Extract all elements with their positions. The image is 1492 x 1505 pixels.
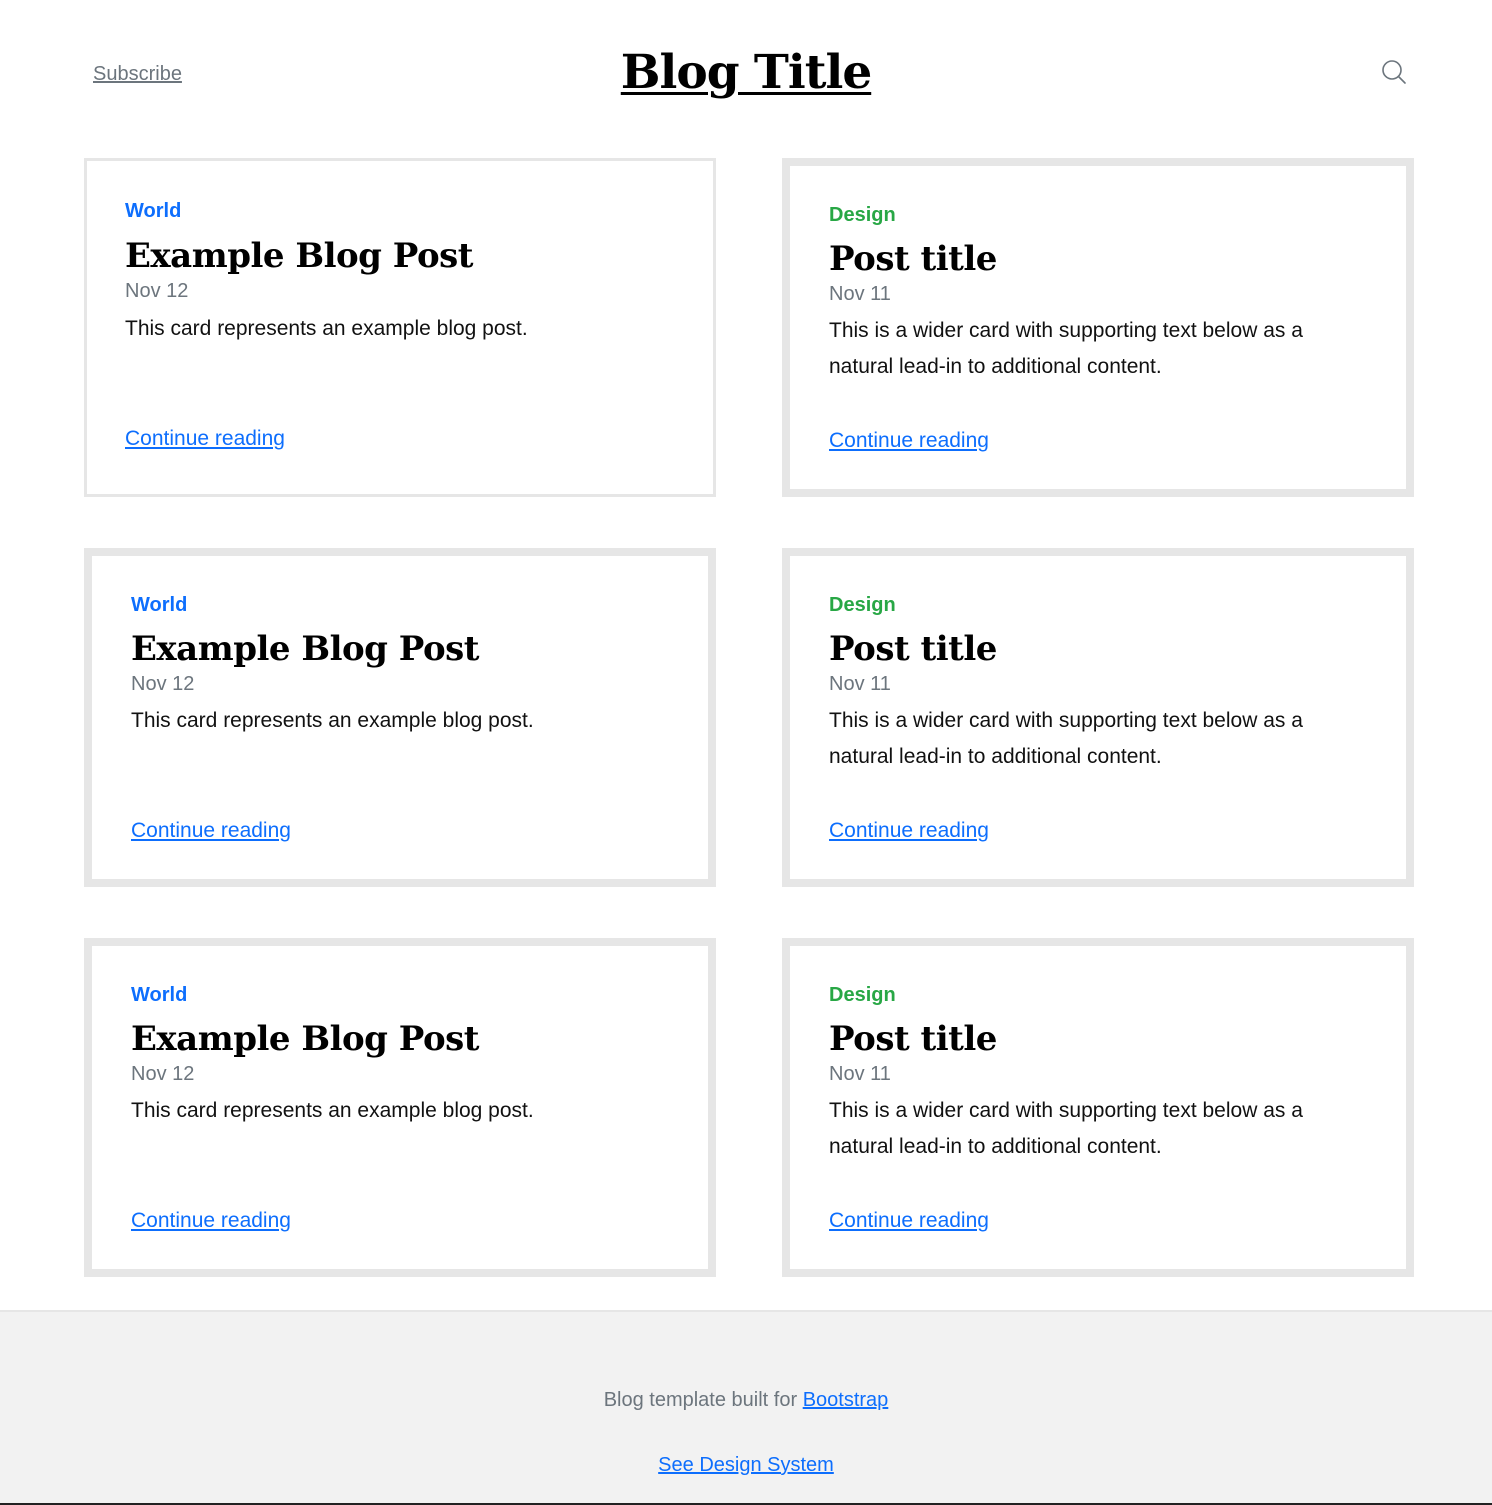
design-system-link[interactable]: See Design System <box>658 1454 834 1476</box>
continue-reading-link[interactable]: Continue reading <box>829 1209 989 1233</box>
post-card: Design Post title Nov 11 This is a wider… <box>782 938 1414 1277</box>
post-category[interactable]: World <box>131 983 187 1007</box>
post-date: Nov 12 <box>125 280 189 302</box>
post-excerpt: This card represents an example blog pos… <box>131 1099 534 1122</box>
site-header: Subscribe Blog Title <box>0 0 1492 150</box>
post-category[interactable]: World <box>131 593 187 617</box>
post-card: World Example Blog Post Nov 12 This card… <box>84 158 716 497</box>
continue-reading-link[interactable]: Continue reading <box>829 819 989 843</box>
post-category[interactable]: World <box>125 199 181 223</box>
footer-credit-text: Blog template built for <box>603 1389 798 1411</box>
post-date: Nov 12 <box>131 673 195 695</box>
site-footer: Blog template built for Bootstrap See De… <box>0 1310 1492 1505</box>
post-excerpt: This is a wider card with supporting tex… <box>829 319 1303 378</box>
post-date: Nov 11 <box>829 1063 891 1085</box>
post-excerpt: This is a wider card with supporting tex… <box>829 1099 1303 1158</box>
page: Subscribe Blog Title World Example Blog … <box>0 0 1492 1505</box>
post-excerpt: This is a wider card with supporting tex… <box>829 709 1303 768</box>
post-title: Post title <box>829 1019 997 1059</box>
post-card: World Example Blog Post Nov 12 This card… <box>84 938 716 1277</box>
post-card: Design Post title Nov 11 This is a wider… <box>782 548 1414 887</box>
post-excerpt: This card represents an example blog pos… <box>131 709 534 732</box>
post-date: Nov 11 <box>829 673 891 695</box>
post-category[interactable]: Design <box>829 983 896 1007</box>
bootstrap-link[interactable]: Bootstrap <box>803 1389 889 1411</box>
post-date: Nov 11 <box>829 283 891 305</box>
post-excerpt: This card represents an example blog pos… <box>125 317 528 340</box>
continue-reading-link[interactable]: Continue reading <box>125 427 285 451</box>
search-icon[interactable] <box>1380 58 1408 86</box>
post-title: Example Blog Post <box>131 629 479 669</box>
post-card: Design Post title Nov 11 This is a wider… <box>782 158 1414 497</box>
post-title: Example Blog Post <box>131 1019 479 1059</box>
continue-reading-link[interactable]: Continue reading <box>131 1209 291 1233</box>
post-card: World Example Blog Post Nov 12 This card… <box>84 548 716 887</box>
post-title: Post title <box>829 629 997 669</box>
blog-title[interactable]: Blog Title <box>0 40 1492 106</box>
continue-reading-link[interactable]: Continue reading <box>829 429 989 453</box>
post-category[interactable]: Design <box>829 203 896 227</box>
continue-reading-link[interactable]: Continue reading <box>131 819 291 843</box>
footer-credit: Blog template built for Bootstrap <box>0 1388 1492 1412</box>
post-date: Nov 12 <box>131 1063 195 1085</box>
post-category[interactable]: Design <box>829 593 896 617</box>
post-title: Post title <box>829 239 997 279</box>
footer-links: See Design System <box>0 1453 1492 1477</box>
post-title: Example Blog Post <box>125 236 473 276</box>
